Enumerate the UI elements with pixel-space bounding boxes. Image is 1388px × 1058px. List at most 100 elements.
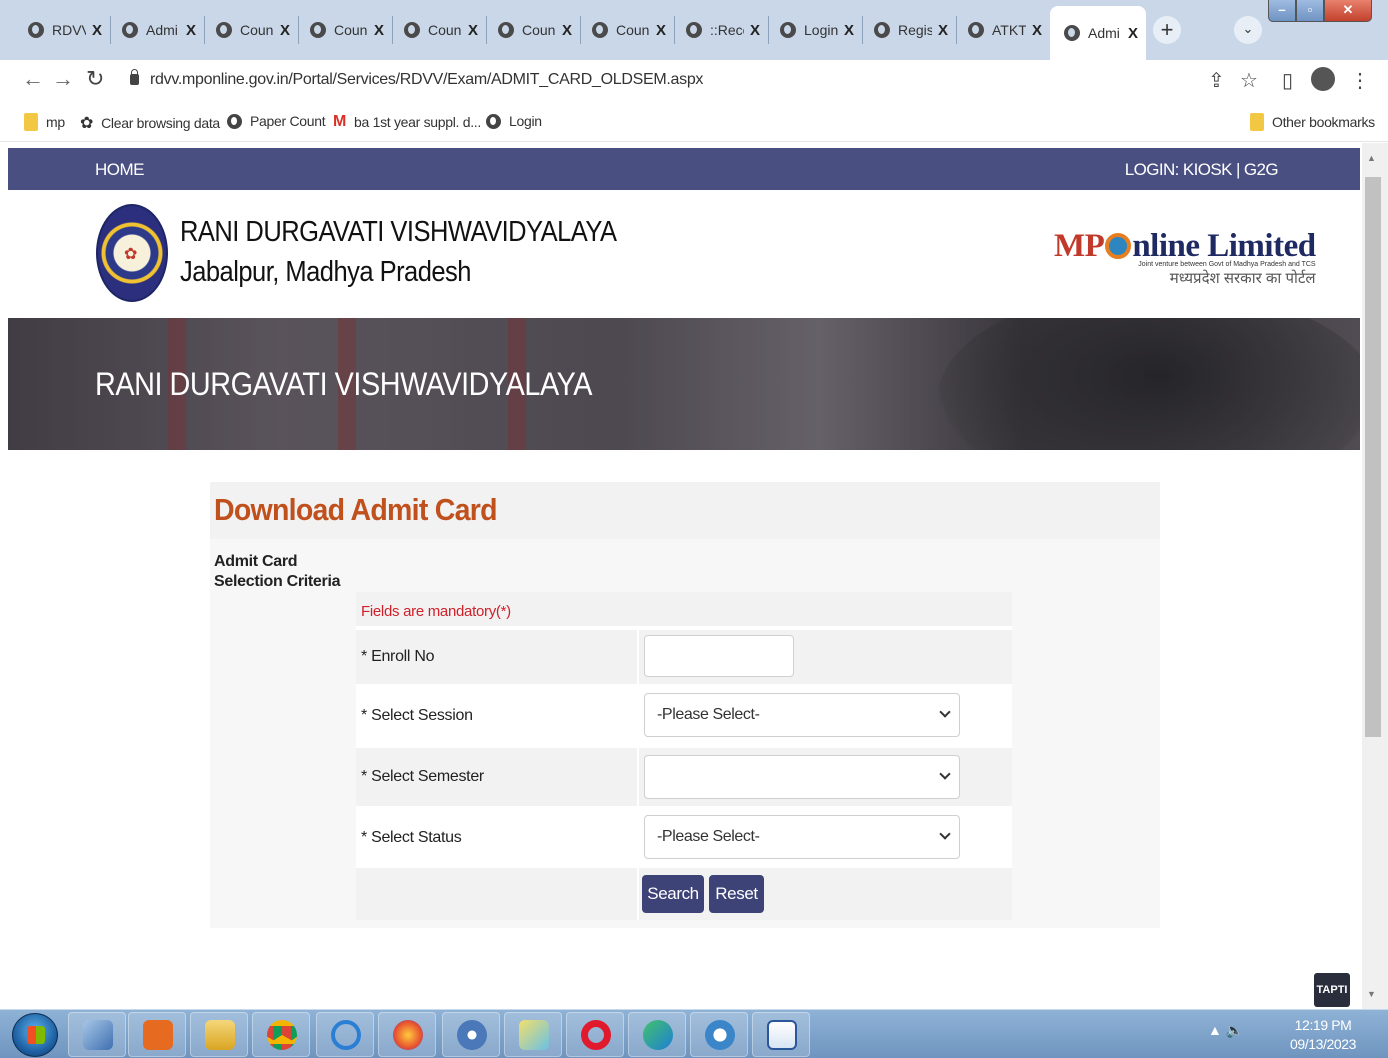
logo-hindi-tagline: मध्यप्रदेश सरकार का पोर्टल [1169, 270, 1316, 287]
taskbar-app-chrome[interactable] [252, 1012, 310, 1057]
selection-form: Fields are mandatory(*) * Enroll No * Se… [356, 592, 1012, 920]
tapti-badge[interactable]: TAPTI [1314, 973, 1350, 1007]
form-row-session: * Select Session -Please Select- [356, 688, 1012, 744]
back-arrow-icon[interactable]: ← [22, 66, 44, 92]
browser-tab[interactable]: Coun X [484, 8, 580, 52]
browser-tab[interactable]: RDVV X [14, 8, 110, 52]
browser-tab[interactable]: Coun X [296, 8, 392, 52]
system-clock[interactable]: 12:19 PM 09/13/2023 [1290, 1016, 1356, 1054]
tray-icons[interactable]: ▲ 🔈 [1208, 1022, 1243, 1039]
browser-tab-active[interactable]: Admi X [1050, 6, 1147, 60]
search-button[interactable]: Search [642, 875, 704, 913]
taskbar-app-word[interactable] [752, 1012, 810, 1057]
bookmark-clear-browsing[interactable]: ✿ Clear browsing data [80, 113, 220, 133]
folder-icon [1250, 113, 1264, 131]
tab-search-button[interactable]: ⌄ [1234, 16, 1262, 44]
profile-avatar[interactable] [1311, 67, 1335, 91]
mponline-logo: MP nline Limited Joint venture between Go… [1054, 228, 1316, 288]
other-bookmarks[interactable]: Other bookmarks [1250, 113, 1375, 131]
bookmark-login[interactable]: Login [486, 113, 542, 129]
tab-close-icon[interactable]: X [656, 22, 666, 39]
tab-close-icon[interactable]: X [562, 22, 572, 39]
reset-button[interactable]: Reset [709, 875, 764, 913]
bookmarks-bar: mp ✿ Clear browsing data Paper Count Mba … [0, 102, 1388, 142]
scroll-down-icon[interactable]: ▼ [1367, 989, 1376, 999]
taskbar-app-firefox[interactable] [378, 1012, 436, 1057]
tab-close-icon[interactable]: X [280, 22, 290, 39]
nav-home-link[interactable]: HOME [95, 160, 145, 180]
tab-close-icon[interactable]: X [1128, 25, 1138, 42]
tab-close-icon[interactable]: X [1032, 22, 1042, 39]
maximize-button[interactable]: ▫ [1296, 0, 1324, 22]
new-tab-button[interactable]: + [1153, 16, 1181, 44]
taskbar-app-explorer[interactable] [68, 1012, 126, 1057]
browser-tab[interactable]: Coun X [578, 8, 674, 52]
label-cell [356, 868, 637, 920]
tab-label: Coun [616, 22, 650, 38]
chevron-down-icon [939, 706, 951, 718]
star-icon[interactable]: ☆ [1240, 68, 1258, 93]
criteria-line: Admit Card [214, 553, 298, 570]
globe-icon [227, 113, 242, 129]
bookmark-label: Clear browsing data [101, 115, 220, 131]
status-select[interactable]: -Please Select- [644, 815, 960, 859]
enroll-label: * Enroll No [361, 648, 435, 665]
session-select[interactable]: -Please Select- [644, 693, 960, 737]
page-viewport: HOME LOGIN: KIOSK | G2G ✿ RANI DURGAVATI… [0, 143, 1362, 1009]
tab-label: ATKT/ [992, 22, 1026, 38]
nav-login-link[interactable]: LOGIN: KIOSK | G2G [1125, 160, 1279, 180]
forward-arrow-icon[interactable]: → [52, 66, 74, 92]
minimize-button[interactable]: – [1268, 0, 1296, 22]
side-panel-icon[interactable]: ▯ [1282, 68, 1293, 93]
taskbar-app-edge[interactable] [628, 1012, 686, 1057]
globe-icon [216, 22, 232, 38]
browser-tab[interactable]: Regis X [860, 8, 956, 52]
browser-tab[interactable]: ATKT/X [954, 8, 1050, 52]
page-scrollbar[interactable]: ▲ ▼ [1362, 143, 1388, 1009]
start-button[interactable] [12, 1013, 58, 1057]
bookmark-label: ba 1st year suppl. d... [354, 114, 481, 130]
tab-close-icon[interactable]: X [92, 22, 102, 39]
browser-tab[interactable]: ::Rece X [672, 8, 768, 52]
taskbar-app-folder[interactable] [190, 1012, 248, 1057]
close-window-button[interactable]: ✕ [1324, 0, 1372, 22]
tab-close-icon[interactable]: X [374, 22, 384, 39]
taskbar-app-opera[interactable] [566, 1012, 624, 1057]
taskbar-app-sticky[interactable] [504, 1012, 562, 1057]
criteria-line: Selection Criteria [214, 573, 341, 590]
reload-icon[interactable]: ↻ [86, 66, 104, 92]
globe-icon [404, 22, 420, 38]
browser-tab[interactable]: Admi X [108, 8, 204, 52]
taskbar-app-media[interactable] [442, 1012, 500, 1057]
bookmark-paper-count[interactable]: Paper Count [227, 113, 326, 129]
browser-tab[interactable]: Login X [766, 8, 862, 52]
form-row-actions: Search Reset [356, 868, 1012, 920]
taskbar-app-ie[interactable] [316, 1012, 374, 1057]
bookmark-gmail[interactable]: Mba 1st year suppl. d... [333, 113, 481, 131]
chrome-icon [267, 1020, 297, 1050]
browser-tab[interactable]: Coun X [202, 8, 298, 52]
taskbar-app-office[interactable] [128, 1012, 186, 1057]
semester-select[interactable] [644, 755, 960, 799]
tab-close-icon[interactable]: X [750, 22, 760, 39]
tab-close-icon[interactable]: X [938, 22, 948, 39]
kebab-menu-icon[interactable]: ⋮ [1350, 68, 1370, 93]
address-bar[interactable]: rdvv.mponline.gov.in/Portal/Services/RDV… [112, 65, 1272, 97]
opera-icon [581, 1020, 611, 1050]
globe-icon [592, 22, 608, 38]
office-icon [143, 1020, 173, 1050]
browser-tab[interactable]: Coun X [390, 8, 486, 52]
tab-close-icon[interactable]: X [844, 22, 854, 39]
bookmark-mp[interactable]: mp [24, 113, 65, 131]
globe-icon [686, 22, 702, 38]
form-row-enroll: * Enroll No [356, 630, 1012, 684]
enroll-no-input[interactable] [644, 635, 794, 677]
share-icon[interactable]: ⇪ [1208, 68, 1225, 93]
scroll-up-icon[interactable]: ▲ [1367, 153, 1376, 163]
taskbar-app-tool[interactable] [690, 1012, 748, 1057]
media-icon [457, 1020, 487, 1050]
scrollbar-thumb[interactable] [1365, 177, 1381, 737]
tab-close-icon[interactable]: X [468, 22, 478, 39]
tab-close-icon[interactable]: X [186, 22, 196, 39]
form-row-note: Fields are mandatory(*) [356, 592, 1012, 626]
